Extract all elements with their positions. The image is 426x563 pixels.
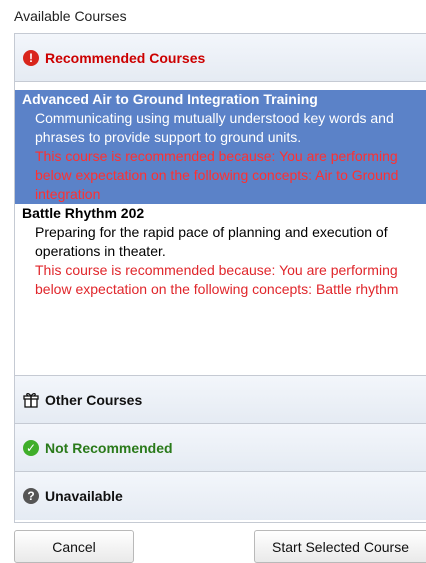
course-reason: This course is recommended because: You … xyxy=(35,262,399,297)
cancel-button[interactable]: Cancel xyxy=(14,530,134,563)
gift-icon xyxy=(23,392,39,408)
section-label-other: Other Courses xyxy=(45,391,143,408)
course-title: Battle Rhythm 202 xyxy=(22,205,145,221)
course-description: Preparing for the rapid pace of planning… xyxy=(35,224,388,259)
section-label-not-recommended: Not Recommended xyxy=(45,439,173,456)
course-accordion: ! Recommended Courses Advanced Air to Gr… xyxy=(14,33,426,523)
course-title: Advanced Air to Ground Integration Train… xyxy=(22,91,318,107)
question-icon: ? xyxy=(23,488,39,504)
course-item-air-ground[interactable]: Advanced Air to Ground Integration Train… xyxy=(15,90,426,204)
start-selected-course-button[interactable]: Start Selected Course xyxy=(254,530,426,563)
recommended-course-list: Advanced Air to Ground Integration Train… xyxy=(15,82,426,376)
course-reason: This course is recommended because: You … xyxy=(35,148,399,202)
course-description: Communicating using mutually understood … xyxy=(35,110,394,145)
section-header-unavailable[interactable]: ? Unavailable xyxy=(15,472,426,520)
section-label-unavailable: Unavailable xyxy=(45,488,123,504)
section-header-other[interactable]: Other Courses xyxy=(15,376,426,424)
alert-icon: ! xyxy=(23,49,39,66)
section-header-recommended[interactable]: ! Recommended Courses xyxy=(15,34,426,82)
course-item-battle-rhythm[interactable]: Battle Rhythm 202 Preparing for the rapi… xyxy=(15,204,426,299)
dialog-title: Available Courses xyxy=(14,8,127,24)
check-icon: ✓ xyxy=(23,439,39,456)
section-header-not-recommended[interactable]: ✓ Not Recommended xyxy=(15,424,426,472)
section-label-recommended: Recommended Courses xyxy=(45,49,206,66)
